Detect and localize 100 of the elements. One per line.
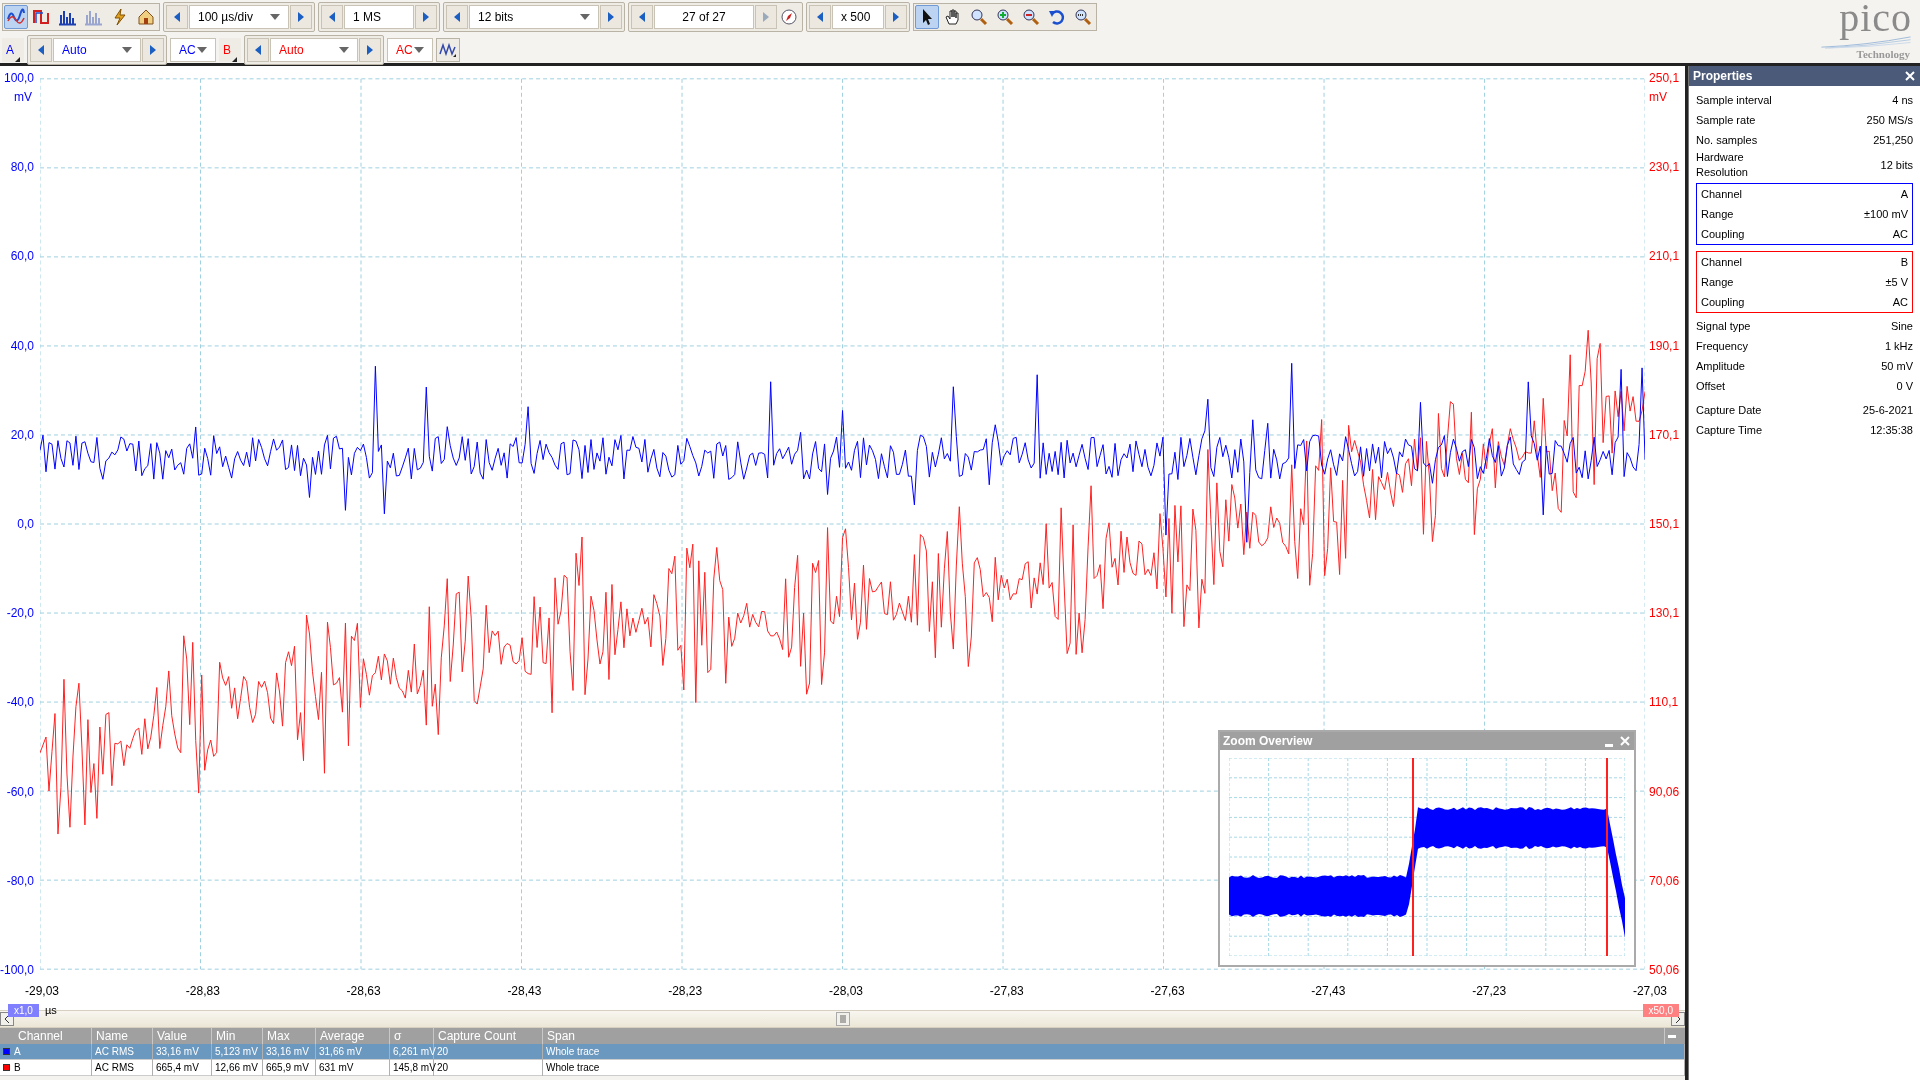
zoom-in-icon bbox=[995, 7, 1015, 27]
axis-label: -80,0 bbox=[6, 872, 34, 889]
next-button[interactable] bbox=[415, 5, 437, 29]
logo-tagline: Technology bbox=[1856, 49, 1911, 60]
axis-label: -27,43 bbox=[1310, 983, 1347, 1000]
property-value: AC bbox=[1892, 226, 1908, 242]
math-channel-button[interactable] bbox=[436, 38, 461, 62]
zoom-out-icon bbox=[1021, 7, 1041, 27]
axis-label: 170,1 bbox=[1649, 426, 1680, 443]
previous-button[interactable] bbox=[446, 5, 468, 29]
previous-button[interactable] bbox=[321, 5, 343, 29]
left-triangle-icon bbox=[37, 45, 45, 55]
table-cell-text: Whole trace bbox=[546, 1044, 600, 1059]
table-cell-text: B bbox=[14, 1060, 21, 1075]
property-label: Channel bbox=[1701, 186, 1743, 202]
property-value: ±5 V bbox=[1885, 274, 1908, 290]
zoom-factor-field[interactable]: x 500 bbox=[832, 5, 884, 29]
property-value: 12 bits bbox=[1880, 157, 1913, 173]
minimize-icon bbox=[1605, 744, 1613, 747]
range-dropdown[interactable]: Auto bbox=[270, 38, 359, 62]
caret-icon bbox=[580, 14, 590, 20]
axis-label: 210,1 bbox=[1649, 248, 1680, 265]
axis-label: 40,0 bbox=[10, 337, 34, 354]
property-value: B bbox=[1900, 254, 1908, 270]
scale-badge: x50,0 bbox=[1642, 1003, 1679, 1017]
axis-label: -40,0 bbox=[6, 694, 34, 711]
resolution-dropdown[interactable]: 12 bits bbox=[469, 5, 599, 29]
right-triangle-icon bbox=[607, 12, 615, 22]
axis-label: 110,1 bbox=[1649, 694, 1679, 711]
pointer-button[interactable] bbox=[915, 5, 939, 29]
samples-field[interactable]: 1 MS bbox=[344, 5, 414, 29]
property-label: Amplitude bbox=[1696, 358, 1746, 374]
property-value: AC bbox=[1892, 294, 1908, 310]
table-cell-text: 145,8 mV bbox=[393, 1060, 436, 1075]
axis-label: -60,0 bbox=[6, 783, 34, 800]
capture-field[interactable]: 27 of 27 bbox=[654, 5, 754, 29]
range-dropdown[interactable]: Auto bbox=[53, 38, 141, 62]
channel-button[interactable]: B bbox=[219, 38, 242, 62]
property-label: Capture Date bbox=[1696, 402, 1763, 418]
table-row[interactable]: A AC RMS 33,16 mV 5,123 mV 33,16 mV 31,66 mV 6,261 mV20 Whole trace bbox=[0, 1044, 1685, 1060]
scope-trace-button[interactable] bbox=[4, 5, 28, 29]
previous-button[interactable] bbox=[631, 5, 653, 29]
panel-title: Properties bbox=[1693, 68, 1753, 85]
next-button[interactable] bbox=[885, 5, 907, 29]
axis-unit: µs bbox=[44, 1003, 57, 1018]
right-triangle-icon bbox=[297, 12, 305, 22]
axis-label: -27,03 bbox=[1631, 983, 1668, 1000]
axis-label: 100,0 bbox=[3, 70, 34, 86]
corner-triangle-icon bbox=[232, 57, 238, 62]
property-label: Offset bbox=[1696, 378, 1727, 394]
close-button[interactable] bbox=[1904, 70, 1916, 82]
table-cell-text: 20 bbox=[437, 1060, 449, 1075]
previous-button[interactable] bbox=[166, 5, 188, 29]
table-cell-text: 33,16 mV bbox=[266, 1044, 309, 1059]
axis-label: 80,0 bbox=[10, 159, 34, 176]
property-value: 251,250 bbox=[1873, 132, 1913, 148]
next-button[interactable] bbox=[600, 5, 622, 29]
axis-label: -27,83 bbox=[988, 983, 1025, 1000]
property-label: Frequency bbox=[1696, 338, 1749, 354]
compass-icon bbox=[781, 9, 797, 25]
timebase-dropdown[interactable]: 100 µs/div bbox=[189, 5, 289, 29]
axis-label: 60,0 bbox=[10, 248, 34, 265]
property-label: Sample interval bbox=[1696, 92, 1773, 108]
next-button[interactable] bbox=[290, 5, 312, 29]
grip-icon bbox=[839, 1015, 846, 1023]
axis-label: 90,06 bbox=[1649, 783, 1680, 800]
axis-label: -27,23 bbox=[1471, 983, 1508, 1000]
caret-icon bbox=[414, 47, 425, 53]
property-label: Coupling bbox=[1701, 294, 1746, 310]
channel-button[interactable]: A bbox=[2, 38, 24, 62]
property-label: Channel bbox=[1701, 254, 1743, 270]
axis-label: -27,63 bbox=[1149, 983, 1186, 1000]
chevron-right-icon bbox=[1675, 1015, 1681, 1023]
property-value: 12:35:38 bbox=[1870, 422, 1913, 438]
coupling-dropdown[interactable]: AC bbox=[387, 38, 434, 62]
property-value: 1 kHz bbox=[1884, 338, 1913, 354]
close-icon bbox=[1905, 71, 1915, 81]
table-row[interactable]: B AC RMS 665,4 mV 12,66 mV 665,9 mV 631 mV 145,8 mV20 Whole trace bbox=[0, 1060, 1685, 1076]
scroll-thumb[interactable] bbox=[835, 1012, 850, 1026]
corner-triangle-icon bbox=[15, 57, 20, 62]
scale-badge: x1,0 bbox=[8, 1003, 39, 1017]
table-cell-text: A bbox=[14, 1044, 21, 1059]
right-triangle-icon bbox=[762, 12, 770, 22]
table-cell-text: 20 bbox=[437, 1044, 449, 1059]
table-cell-text: Whole trace bbox=[546, 1060, 600, 1075]
property-label: Hardware Resolution bbox=[1696, 150, 1749, 180]
coupling-dropdown[interactable]: AC bbox=[170, 38, 216, 62]
previous-button[interactable] bbox=[247, 38, 270, 62]
property-label: Capture Time bbox=[1696, 422, 1764, 438]
next-button[interactable] bbox=[142, 38, 164, 62]
axis-label: -28,03 bbox=[827, 983, 864, 1000]
property-label: Range bbox=[1701, 206, 1735, 222]
next-button[interactable] bbox=[359, 38, 382, 62]
axis-label: 70,06 bbox=[1649, 872, 1680, 889]
property-value: ±100 mV bbox=[1864, 206, 1908, 222]
axis-label: -28,83 bbox=[184, 983, 221, 1000]
right-triangle-icon bbox=[149, 45, 157, 55]
previous-button[interactable] bbox=[30, 38, 52, 62]
previous-button[interactable] bbox=[809, 5, 831, 29]
axis-label: 20,0 bbox=[10, 426, 34, 443]
